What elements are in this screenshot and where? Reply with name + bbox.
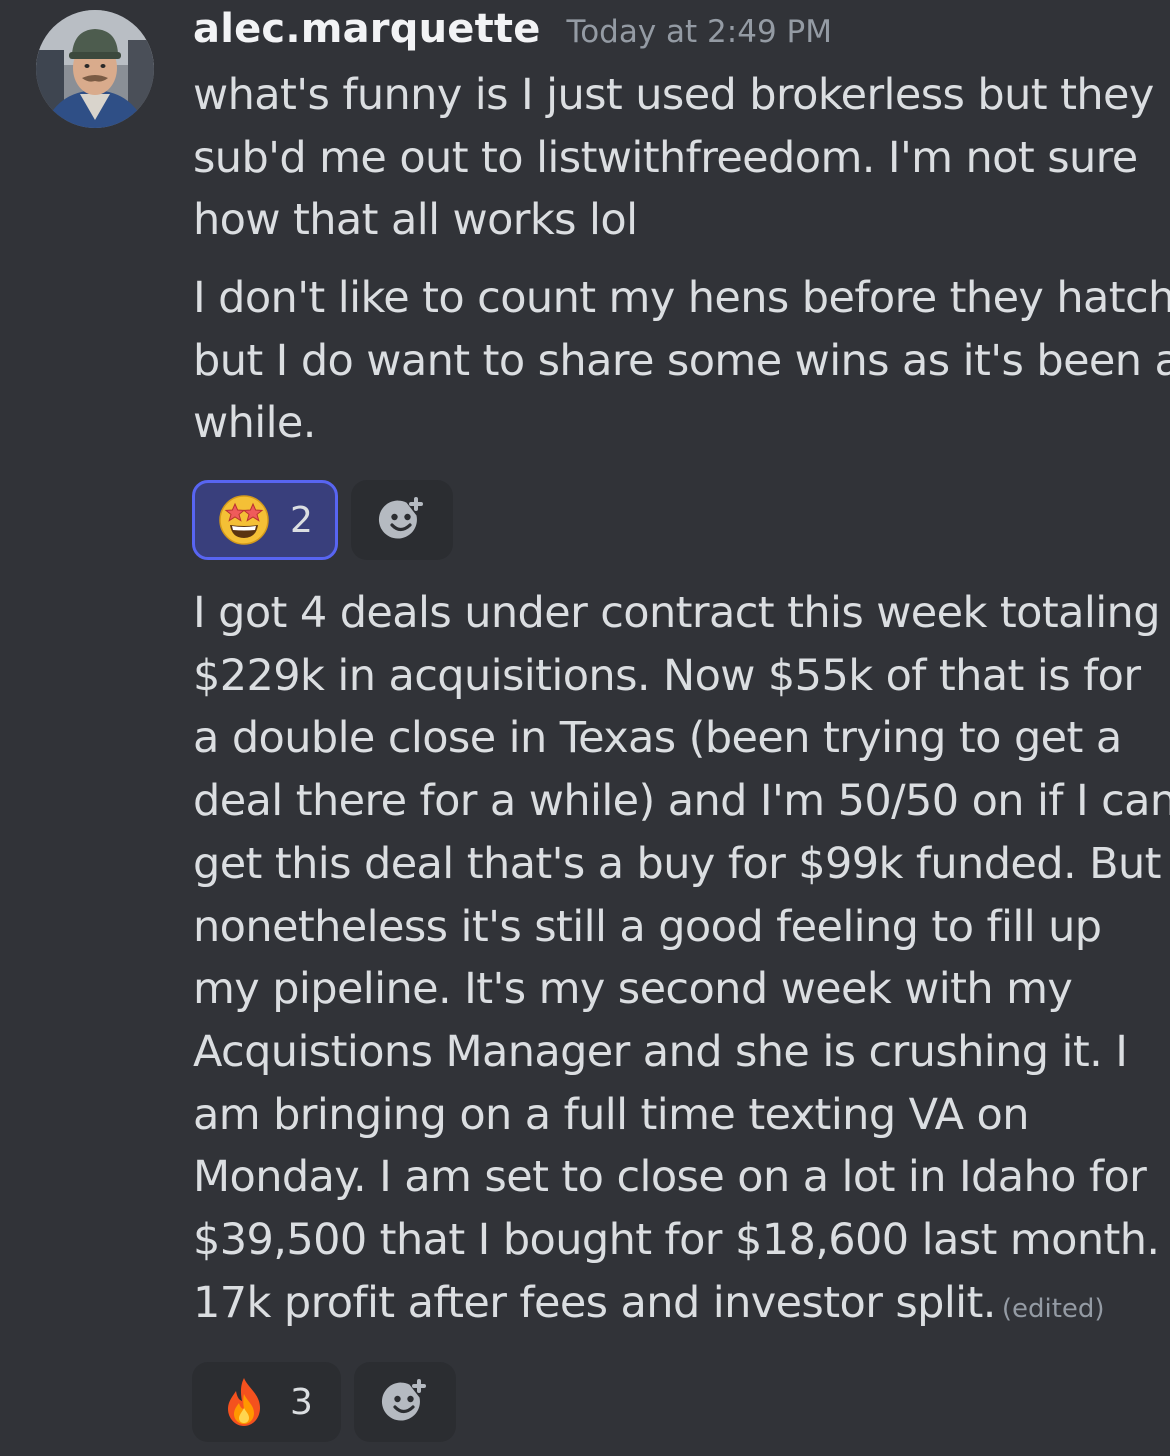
message-line: $229k in acquisitions. Now $55k of that … xyxy=(193,650,1141,701)
message-text: what's funny is I just used brokerless b… xyxy=(193,64,1154,252)
message-line: while. xyxy=(193,398,316,449)
message-line: 17k profit after fees and investor split… xyxy=(193,1272,1145,1341)
add-reaction-button[interactable] xyxy=(351,480,453,560)
message-line: Monday. I am set to close on a lot in Id… xyxy=(193,1152,1147,1203)
add-reaction-icon xyxy=(381,1379,426,1421)
message-line: am bringing on a full time texting VA on xyxy=(193,1089,1030,1140)
fire-emoji-icon xyxy=(228,1378,260,1426)
message-line: I don't like to count my hens before the… xyxy=(193,273,1170,323)
message-line: nonetheless it's still a good feeling to… xyxy=(193,901,1102,952)
message-text: I don't like to count my hens before the… xyxy=(193,267,1170,455)
message-line: how that all works lol xyxy=(193,195,638,246)
message-line: $39,500 that I bought for $18,600 last m… xyxy=(193,1215,1160,1266)
reaction-count: 2 xyxy=(290,499,313,541)
message-line: Acquistions Manager and she is crushing … xyxy=(193,1026,1128,1077)
star-struck-emoji-icon xyxy=(219,495,269,545)
reaction-star-struck[interactable]: 2 xyxy=(192,480,338,560)
message-line: what's funny is I just used brokerless b… xyxy=(193,70,1154,120)
edited-label: (edited) xyxy=(1001,1293,1105,1324)
reaction-count: 3 xyxy=(290,1381,313,1423)
add-reaction-button[interactable] xyxy=(354,1362,456,1442)
message-line: my pipeline. It's my second week with my xyxy=(193,964,1073,1015)
message-line: sub'd me out to listwithfreedom. I'm not… xyxy=(193,132,1138,183)
message-author[interactable]: alec.marquette xyxy=(193,6,541,52)
message-header: alec.marquette Today at 2:49 PM xyxy=(193,6,832,62)
reaction-fire[interactable]: 3 xyxy=(192,1362,341,1442)
message-line: I got 4 deals under contract this week t… xyxy=(193,588,1160,638)
add-reaction-icon xyxy=(378,497,423,539)
message-line: a double close in Texas (been trying to … xyxy=(193,713,1122,764)
message-text: I got 4 deals under contract this week t… xyxy=(193,582,1170,1341)
avatar-photo-icon xyxy=(36,10,154,128)
message-line: deal there for a while) and I'm 50/50 on… xyxy=(193,776,1170,827)
message-line: get this deal that's a buy for $99k fund… xyxy=(193,838,1162,889)
message-line: but I do want to share some wins as it's… xyxy=(193,335,1170,386)
user-avatar[interactable] xyxy=(36,10,154,128)
message-line-text: 17k profit after fees and investor split… xyxy=(193,1277,996,1328)
message-timestamp[interactable]: Today at 2:49 PM xyxy=(567,14,832,50)
